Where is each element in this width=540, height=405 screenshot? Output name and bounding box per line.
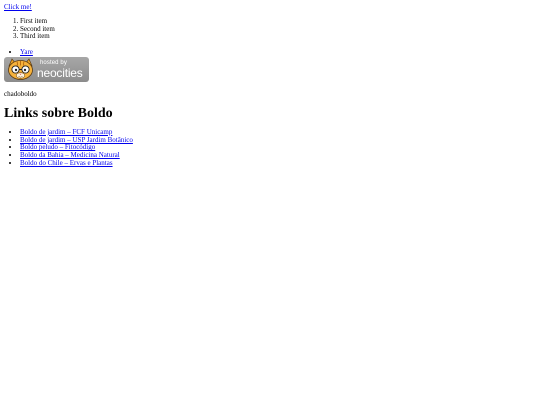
numbered-list: First item Second item Third item — [4, 17, 536, 41]
nav-item: Yare — [20, 48, 536, 56]
nav-list: Yare — [4, 48, 536, 56]
list-item: Boldo de jardim – USP Jardim Botânico — [20, 136, 536, 145]
links-list: Boldo de jardim – FCF Unicamp Boldo de j… — [4, 128, 536, 168]
click-me-link[interactable]: Click me! — [4, 3, 536, 11]
badge-brand-text: neocities — [37, 65, 83, 80]
link-boldo-peludo[interactable]: Boldo peludo – Fitocódigo — [20, 143, 95, 151]
list-item: Boldo do Chile – Ervas e Plantas — [20, 159, 536, 168]
list-item: Second item — [20, 25, 536, 34]
list-item: First item — [20, 17, 536, 26]
link-boldo-jardim-usp[interactable]: Boldo de jardim – USP Jardim Botânico — [20, 136, 133, 144]
link-boldo-chile[interactable]: Boldo do Chile – Ervas e Plantas — [20, 159, 113, 167]
page-title: Links sobre Boldo — [4, 105, 113, 121]
page: Click me! First item Second item Third i… — [0, 0, 540, 405]
link-boldo-jardim-unicamp[interactable]: Boldo de jardim – FCF Unicamp — [20, 128, 112, 136]
yare-link[interactable]: Yare — [20, 48, 33, 56]
neocities-cat-icon — [8, 58, 33, 80]
neocities-badge[interactable]: hosted by neocities — [4, 56, 89, 82]
link-boldo-bahia[interactable]: Boldo da Bahia – Medicina Natural — [20, 151, 120, 159]
list-item: Third item — [20, 33, 536, 41]
caption-text: chadoboldo — [4, 89, 37, 98]
